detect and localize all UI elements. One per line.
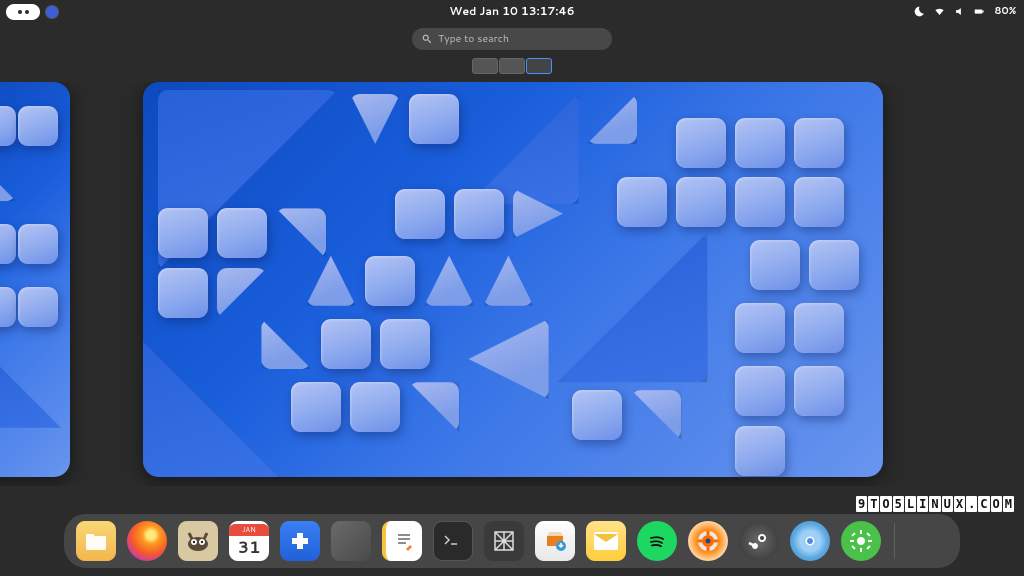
night-light-icon bbox=[914, 6, 925, 17]
search-placeholder: Type to search bbox=[438, 32, 509, 46]
dock-app-files[interactable] bbox=[76, 521, 116, 561]
dock-app-settings[interactable] bbox=[841, 521, 881, 561]
overview-area bbox=[0, 82, 1024, 486]
activities-button[interactable] bbox=[6, 4, 40, 20]
dock-app-calculator[interactable] bbox=[331, 521, 371, 561]
top-bar: Wed Jan 10 13:17:46 80% bbox=[0, 0, 1024, 22]
dock-app-firefox[interactable] bbox=[127, 521, 167, 561]
dock-separator bbox=[894, 523, 895, 559]
dock-app-boxes[interactable] bbox=[484, 521, 524, 561]
accent-indicator bbox=[46, 6, 58, 18]
workspace-preview-current[interactable] bbox=[143, 82, 883, 477]
system-tray[interactable]: 80% bbox=[914, 4, 1016, 18]
dock-app-steam[interactable] bbox=[739, 521, 779, 561]
search-icon bbox=[422, 34, 432, 44]
dock-app-spotify[interactable] bbox=[637, 521, 677, 561]
workspace-thumb-3[interactable] bbox=[526, 58, 552, 74]
workspace-switcher bbox=[472, 58, 552, 74]
battery-icon bbox=[974, 6, 985, 17]
dock-app-texteditor[interactable] bbox=[382, 521, 422, 561]
volume-icon bbox=[954, 6, 965, 17]
dash: JAN31 bbox=[64, 514, 960, 568]
dock-app-calendar[interactable]: JAN31 bbox=[229, 521, 269, 561]
workspace-thumb-1[interactable] bbox=[472, 58, 498, 74]
watermark: 9TO5LINUX.COM bbox=[856, 496, 1014, 512]
topbar-left bbox=[6, 4, 58, 20]
dock-app-mail[interactable] bbox=[586, 521, 626, 561]
dock-app-vlc[interactable] bbox=[688, 521, 728, 561]
wifi-icon bbox=[934, 6, 945, 17]
clock[interactable]: Wed Jan 10 13:17:46 bbox=[449, 3, 574, 19]
dock-app-terminal[interactable] bbox=[433, 521, 473, 561]
dock-app-gimp[interactable] bbox=[178, 521, 218, 561]
battery-percent: 80% bbox=[994, 4, 1016, 18]
workspace-thumb-2[interactable] bbox=[499, 58, 525, 74]
show-applications-button[interactable] bbox=[908, 521, 948, 561]
workspace-preview-prev[interactable] bbox=[0, 82, 70, 477]
dock-app-software[interactable] bbox=[535, 521, 575, 561]
search-bar[interactable]: Type to search bbox=[412, 28, 612, 50]
dock-app-addons[interactable] bbox=[280, 521, 320, 561]
dock-app-chromium[interactable] bbox=[790, 521, 830, 561]
